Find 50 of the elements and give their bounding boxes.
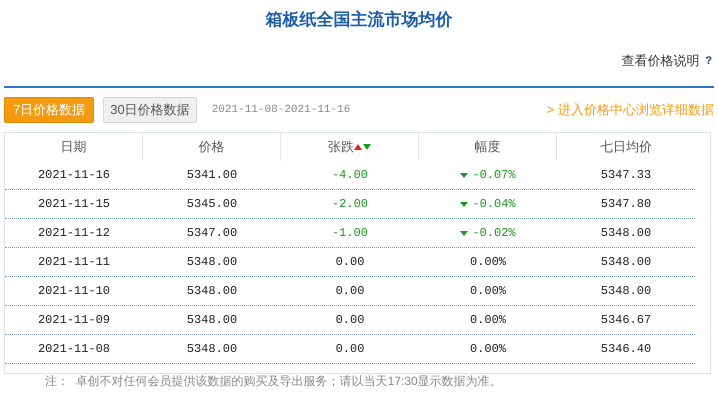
column-header: 张跌 xyxy=(328,138,354,156)
table-cell-text: 5341.00 xyxy=(186,167,238,184)
table-cell-text: -0.02% xyxy=(472,225,516,242)
table-cell-text: 5348.00 xyxy=(186,341,238,358)
table-cell-text: 0.00 xyxy=(336,341,364,358)
column-header: 价格 xyxy=(198,138,224,156)
table-cell-text: 0.00% xyxy=(470,254,506,271)
table-cell-text: 2021-11-12 xyxy=(38,225,110,242)
table-cell-text: 0.00 xyxy=(336,254,364,271)
down-triangle-icon xyxy=(460,202,468,206)
help-link[interactable]: 查看价格说明 xyxy=(621,51,700,71)
table-cell-text: -0.04% xyxy=(472,196,516,213)
table-cell-text: 0.00% xyxy=(470,312,506,329)
column-header: 幅度 xyxy=(474,138,500,156)
table-cell-text: -4.00 xyxy=(332,167,368,184)
table-cell-text: 2021-11-15 xyxy=(38,196,110,213)
table-cell-text: 5347.00 xyxy=(186,225,238,242)
tab[interactable]: 30日价格数据 xyxy=(103,97,197,123)
table-cell-text: 5348.00 xyxy=(600,225,652,242)
table-cell-text: 5345.00 xyxy=(186,196,238,213)
table-cell-text: -2.00 xyxy=(332,196,368,213)
table-cell-text: 2021-11-08 xyxy=(38,341,110,358)
table-cell-text: 5346.67 xyxy=(600,312,652,329)
page-title: 箱板纸全国主流市场均价 xyxy=(264,9,454,31)
table-cell-text: 5348.00 xyxy=(600,283,652,300)
table-cell-text: 5346.40 xyxy=(600,341,652,358)
table-cell-text: 0.00 xyxy=(336,283,364,300)
column-header: 七日均价 xyxy=(600,138,652,156)
date-range: 2021-11-08-2021-11-16 xyxy=(212,102,350,118)
table-cell-text: 5348.00 xyxy=(600,254,652,271)
table-cell-text: 5347.33 xyxy=(600,167,652,184)
table-cell-text: 5347.80 xyxy=(600,196,652,213)
footnote: 注： 卓创不对任何会员提供该数据的购买及导出服务；请以当天17:30显示数据为准。 xyxy=(44,373,503,390)
down-triangle-icon xyxy=(460,172,468,178)
table-cell-text: -1.00 xyxy=(332,225,368,242)
table-cell-text: 2021-11-09 xyxy=(38,312,110,329)
help-icon[interactable]: ? xyxy=(705,52,712,70)
table-cell-text: 5348.00 xyxy=(186,312,238,329)
down-triangle-icon xyxy=(460,230,468,236)
table-cell-text: 0.00% xyxy=(470,341,506,358)
table-cell-text: -0.07% xyxy=(472,167,516,184)
table-cell-text: 5348.00 xyxy=(186,283,238,300)
table-cell-text: 2021-11-11 xyxy=(38,254,110,271)
table-cell-text: 0.00% xyxy=(470,283,506,300)
sort-icon[interactable] xyxy=(354,144,371,150)
table-cell-text: 0.00 xyxy=(336,312,364,329)
column-header: 日期 xyxy=(60,138,86,156)
table-cell-text: 2021-11-16 xyxy=(38,167,110,184)
table-cell-text: 5348.00 xyxy=(186,254,238,271)
table-cell-text: 2021-11-10 xyxy=(38,283,110,300)
